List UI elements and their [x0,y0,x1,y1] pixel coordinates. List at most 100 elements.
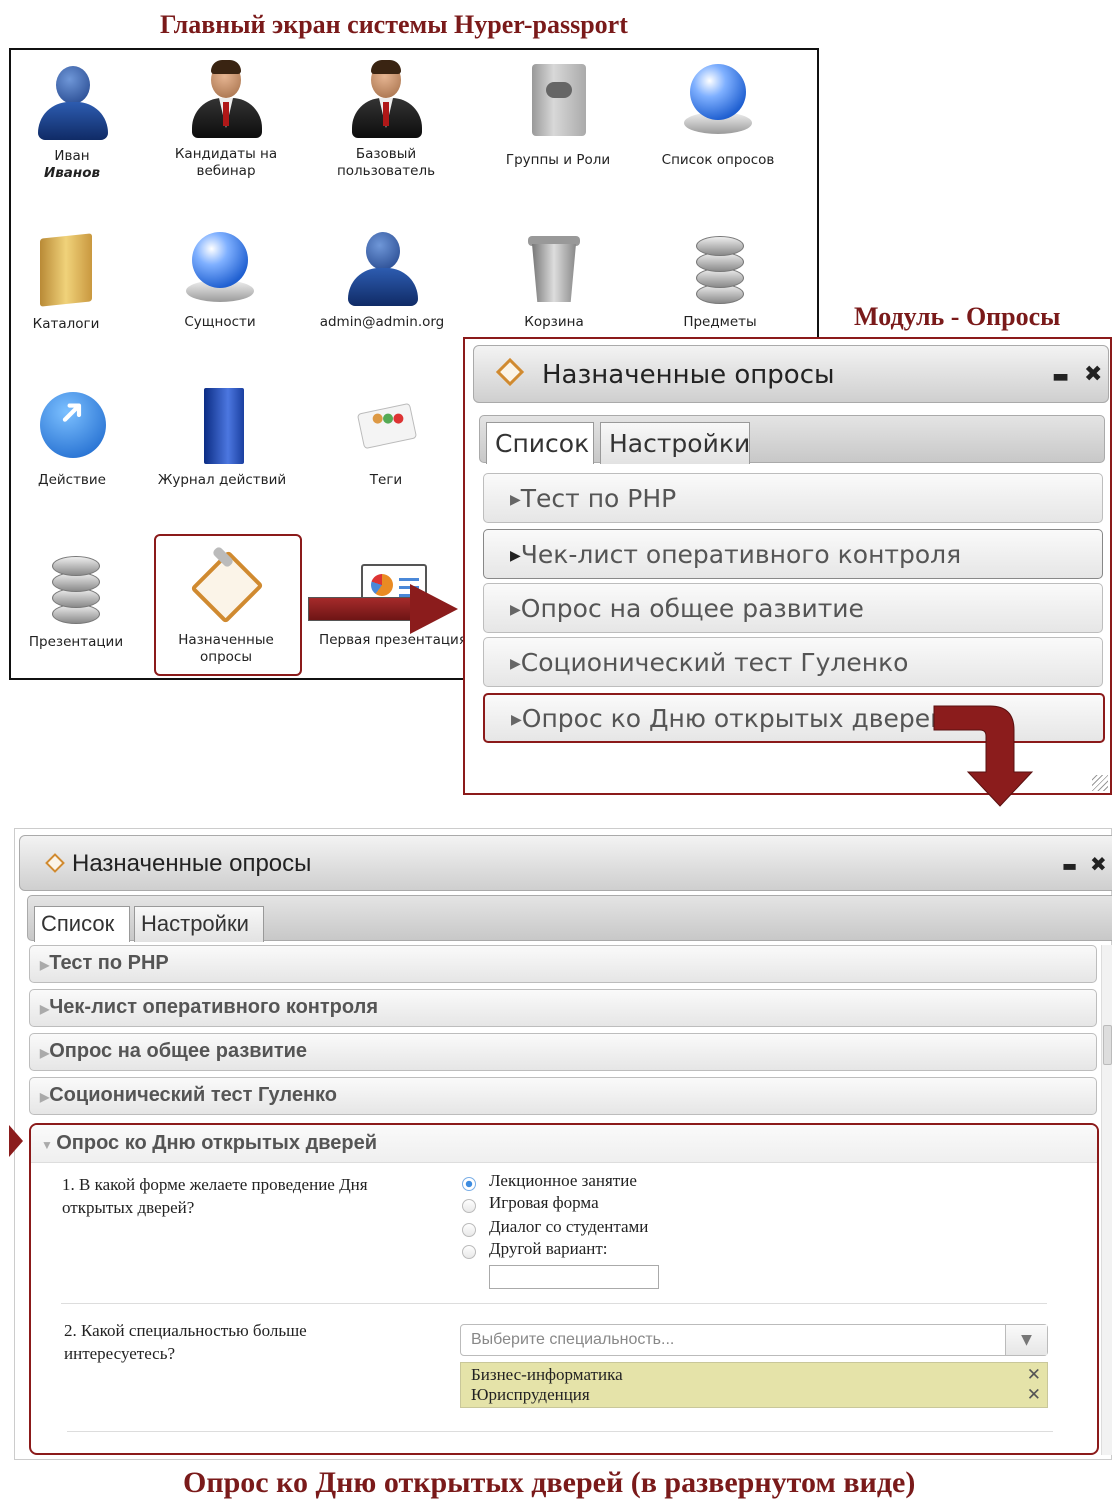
clipboard-icon [186,545,266,626]
desktop-icon-catalogs[interactable]: Каталоги [0,230,141,333]
radio-option-label: Другой вариант: [489,1239,608,1258]
desktop-icon-entities[interactable]: Сущности [145,228,295,331]
icon-label: Группы и Роли [505,152,611,168]
desktop-icon-survey-list[interactable]: Список опросов [643,60,793,169]
journal-book-icon [182,386,262,466]
chevron-right-icon: ▶ [510,602,521,618]
globe-icon [180,228,260,308]
survey-item-header[interactable]: ▼ Опрос ко Дню открытых дверей [31,1125,1097,1163]
tab-list[interactable]: Список [486,422,594,464]
desktop-icon-base-user[interactable]: Базовый пользователь [311,60,461,180]
pointer-arrow-icon [9,1125,23,1157]
radio-option[interactable] [462,1245,476,1259]
desktop-icon-tags[interactable]: ●●● Теги [311,386,461,489]
tab-bar: Список Настройки [479,415,1105,464]
survey-item-label: Чек-лист оперативного контроля [520,540,962,569]
desktop-icon-user-ivanov[interactable]: Иван Иванов [0,62,147,182]
survey-item[interactable]: ▶ Тест по PHP [29,945,1097,983]
divider [61,1303,1047,1304]
tab-bar: Список Настройки [27,895,1112,942]
window-title: Назначенные опросы [542,360,835,390]
remove-icon[interactable]: ✕ [1027,1365,1041,1385]
window-titlebar[interactable]: Назначенные опросы ▬ ✖ [19,835,1112,891]
caption-expanded: Опрос ко Дню открытых дверей (в разверну… [183,1466,916,1499]
icon-label: admin@admin.org [319,314,445,330]
user-icon [32,62,112,142]
tab-settings[interactable]: Настройки [134,906,264,942]
flow-arrow-down [933,705,1034,807]
desktop-icon-action[interactable]: ➜ Действие [0,386,147,489]
minimize-button[interactable]: ▬ [1052,366,1069,387]
radio-option[interactable] [462,1199,476,1213]
icon-label: Действие [38,472,106,488]
caption-main-screen: Главный экран системы Hyper-passport [160,10,628,39]
chevron-right-icon: ▶ [40,958,50,972]
survey-item-label: Чек-лист оперативного контроля [49,996,378,1018]
chevron-down-icon[interactable]: ▼ [1005,1325,1047,1355]
close-button[interactable]: ✖ [1090,852,1107,876]
radio-option[interactable] [462,1223,476,1237]
chevron-right-icon: ▶ [40,1046,50,1060]
tab-settings[interactable]: Настройки [600,422,750,464]
desktop-icon-presentations[interactable]: Презентации [1,548,151,651]
survey-item[interactable]: ▶ Тест по PHP [483,473,1103,523]
specialty-select[interactable]: Выберите специальность... ▼ [460,1324,1048,1356]
resize-grip-icon[interactable] [1092,775,1108,791]
tags-icon: ●●● [346,386,426,466]
survey-item[interactable]: ▶ Опрос на общее развитие [29,1033,1097,1071]
businessman-icon [186,60,266,140]
icon-label: Теги [369,472,403,488]
desktop-icon-groups-roles[interactable]: Группы и Роли [483,60,633,169]
radio-option[interactable] [462,1177,476,1191]
icon-label-secondary: Иванов [43,165,101,181]
survey-item[interactable]: ▶ Соционический тест Гуленко [29,1077,1097,1115]
database-icon [680,228,760,308]
survey-item[interactable]: ▶ Чек-лист оперативного контроля [29,989,1097,1027]
trash-icon [514,228,594,308]
selected-specialty: Юриспруденция ✕ [461,1385,1047,1405]
icon-label: Журнал действий [157,472,287,488]
window-titlebar[interactable]: Назначенные опросы ▬ ✖ [473,345,1109,403]
icon-label: Каталоги [32,316,100,332]
remove-icon[interactable]: ✕ [1027,1385,1041,1405]
icon-label: Базовый [355,146,417,162]
desktop-icon-webinar-candidates[interactable]: Кандидаты на вебинар [151,60,301,180]
selected-specialties: Бизнес-информатика ✕ Юриспруденция ✕ [460,1362,1048,1408]
icon-label-secondary: опросы [200,649,252,665]
radio-option-label: Игровая форма [489,1193,599,1212]
survey-item[interactable]: ▶ Чек-лист оперативного контроля [483,529,1103,579]
desktop-icon-admin[interactable]: admin@admin.org [307,228,457,331]
survey-item-label: Соционический тест Гуленко [49,1084,337,1106]
chevron-right-icon: ▶ [40,1002,50,1016]
survey-item-label: Опрос на общее развитие [49,1040,308,1062]
icon-label: Кандидаты на [174,146,278,162]
user-icon [342,228,422,308]
address-book-icon [518,60,598,140]
desktop-icon-assigned-surveys[interactable]: Назначенные опросы [151,545,301,666]
tab-list[interactable]: Список [34,906,130,942]
scrollbar-thumb[interactable] [1103,1025,1112,1065]
survey-item-label: Тест по PHP [520,484,677,513]
scrollbar[interactable] [1101,945,1112,1455]
desktop-icon-subjects[interactable]: Предметы [645,228,795,331]
minimize-button[interactable]: ▬ [1062,856,1077,875]
desktop-icon-action-log[interactable]: Журнал действий [147,386,297,489]
survey-item[interactable]: ▶ Соционический тест Гуленко [483,637,1103,687]
clipboard-icon [45,853,65,873]
icon-label-secondary: вебинар [196,163,256,179]
desktop-icon-trash[interactable]: Корзина [479,228,629,331]
other-option-input[interactable] [489,1265,659,1289]
chevron-right-icon: ▶ [40,1090,50,1104]
survey-item-label: Соционический тест Гуленко [520,648,909,677]
icon-label: Назначенные [178,632,274,648]
question-2-text: 2. Какой специальностью больше интересуе… [64,1321,307,1363]
selected-specialty: Бизнес-информатика ✕ [461,1365,1047,1385]
close-button[interactable]: ✖ [1084,362,1102,387]
select-placeholder: Выберите специальность... [471,1331,675,1348]
survey-panel-open-day: ▼ Опрос ко Дню открытых дверей 1. В како… [29,1123,1099,1455]
icon-label: Сущности [184,314,256,330]
clipboard-icon [495,357,525,387]
icon-label-secondary: пользователь [336,163,436,179]
caption-module: Модуль - Опросы [854,302,1061,331]
survey-item[interactable]: ▶ Опрос на общее развитие [483,583,1103,633]
